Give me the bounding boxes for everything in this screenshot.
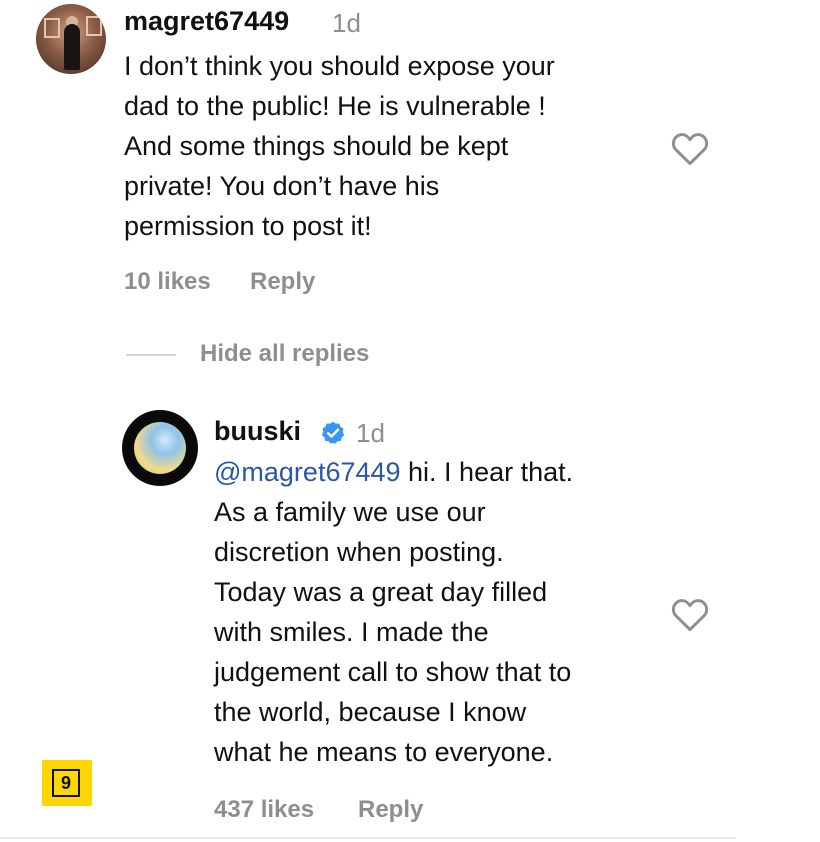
comment-username[interactable]: magret67449 xyxy=(124,6,289,37)
reply-text-line: what he means to everyone. xyxy=(214,737,554,767)
reply-text-line: @magret67449 hi. I hear that. xyxy=(214,452,573,492)
like-heart-icon[interactable] xyxy=(670,596,710,632)
reply-text-line: the world, because I know xyxy=(214,697,527,727)
comment-text: I don’t think you should expose your dad… xyxy=(124,46,555,246)
reply-text-line: Today was a great day filled xyxy=(214,577,548,607)
avatar-frame-right xyxy=(86,16,102,36)
reply-button[interactable]: Reply xyxy=(250,268,315,296)
verified-badge-icon xyxy=(321,421,345,444)
like-heart-icon[interactable] xyxy=(670,130,710,166)
comment-text-line: private! You don’t have his xyxy=(124,171,440,201)
comment-time: 1d xyxy=(332,8,361,38)
reply-button[interactable]: Reply xyxy=(358,796,423,824)
comment-text-line: permission to post it! xyxy=(124,211,372,241)
reply-time: 1d xyxy=(356,418,385,448)
avatar-figure-body xyxy=(64,24,80,70)
reply-text-line: As a family we use our xyxy=(214,497,486,527)
comment-text-line: I don’t think you should expose your xyxy=(124,51,555,81)
avatar-planet-image xyxy=(134,422,186,474)
number-badge: 9 xyxy=(42,760,92,806)
reply-text-segment: hi. I hear that. xyxy=(400,457,574,487)
reply-text-line: judgement call to show that to xyxy=(214,657,572,687)
comment-likes[interactable]: 10 likes xyxy=(124,268,211,296)
mention-link[interactable]: @magret67449 xyxy=(214,457,401,487)
reply-username[interactable]: buuski xyxy=(214,416,301,447)
reply-text-line: discretion when posting. xyxy=(214,537,504,567)
avatar[interactable] xyxy=(36,4,106,74)
divider xyxy=(0,837,736,839)
comment-text-line: dad to the public! He is vulnerable ! xyxy=(124,91,546,121)
comment-text-line: And some things should be kept xyxy=(124,131,509,161)
avatar[interactable] xyxy=(122,410,198,486)
hide-replies-button[interactable]: Hide all replies xyxy=(200,340,369,368)
badge-number: 9 xyxy=(52,769,80,797)
avatar-frame-left xyxy=(44,18,60,38)
reply-text-line: with smiles. I made the xyxy=(214,617,489,647)
reply-text: @magret67449 hi. I hear that. As a famil… xyxy=(214,452,573,772)
reply-likes[interactable]: 437 likes xyxy=(214,796,314,824)
replies-divider xyxy=(126,354,176,356)
